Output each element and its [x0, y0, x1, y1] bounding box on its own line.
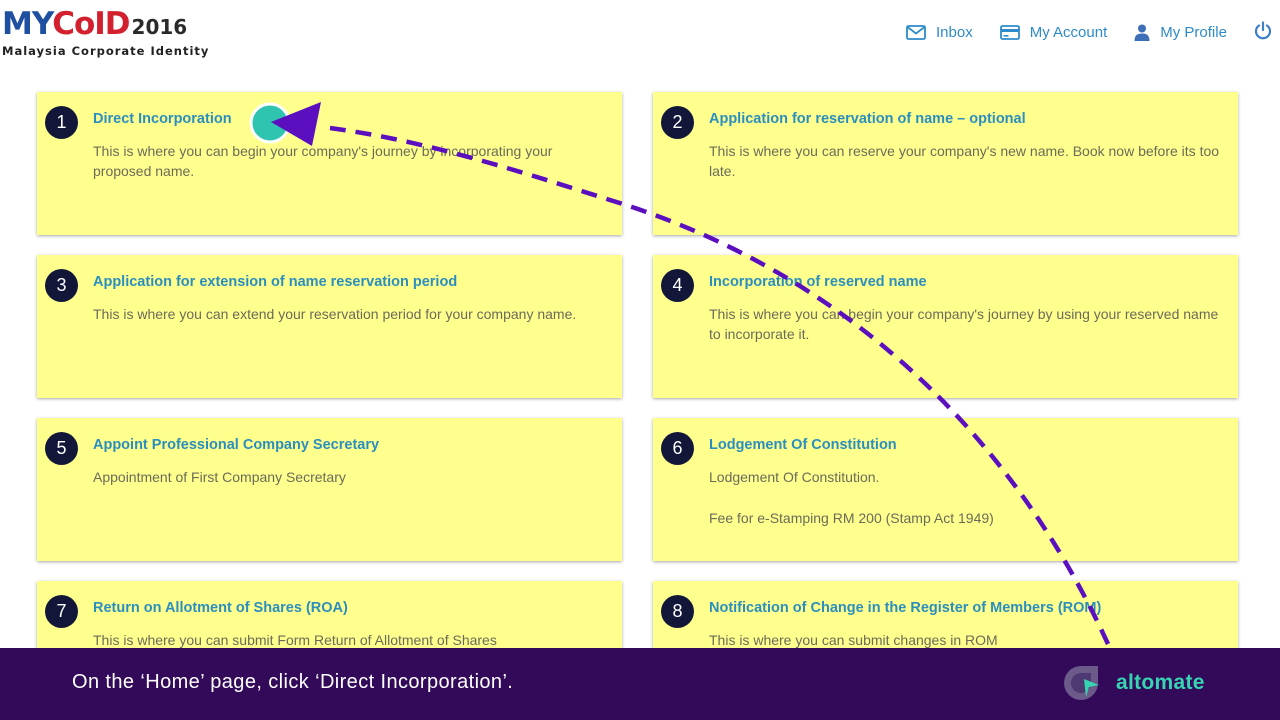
step-number-badge: 1: [45, 106, 78, 139]
step-number-badge: 5: [45, 432, 78, 465]
card-title[interactable]: Return on Allotment of Shares (ROA): [93, 600, 348, 616]
logo-wordmark: MYCoID 2016: [2, 6, 188, 42]
nav-my-profile[interactable]: My Profile: [1134, 24, 1227, 41]
nav-my-account-label: My Account: [1029, 23, 1108, 41]
card-description: This is where you can begin your company…: [93, 143, 553, 179]
card-incorporation-reserved-name[interactable]: 4 Incorporation of reserved name This is…: [653, 255, 1238, 398]
header: MYCoID 2016 Malaysia Corporate Identity I…: [0, 0, 1280, 70]
card-direct-incorporation[interactable]: 1 Direct Incorporation This is where you…: [37, 92, 622, 235]
step-number-badge: 4: [661, 269, 694, 302]
step-number-badge: 8: [661, 595, 694, 628]
power-icon: [1254, 21, 1272, 40]
instruction-banner: On the ‘Home’ page, click ‘Direct Incorp…: [0, 648, 1280, 720]
card-title[interactable]: Lodgement Of Constitution: [709, 437, 897, 453]
card-extension-reservation[interactable]: 3 Application for extension of name rese…: [37, 255, 622, 398]
card-description: Lodgement Of Constitution.: [709, 469, 880, 485]
mycoid-logo[interactable]: MYCoID 2016 Malaysia Corporate Identity: [2, 8, 209, 58]
nav-my-account[interactable]: My Account: [999, 23, 1108, 41]
card-title[interactable]: Application for extension of name reserv…: [93, 274, 457, 290]
altomate-logo-icon: [1064, 666, 1099, 700]
step-number-badge: 2: [661, 106, 694, 139]
logout-button[interactable]: [1254, 21, 1272, 45]
card-description: This is where you can extend your reserv…: [93, 306, 577, 322]
card-description: This is where you can submit Form Return…: [93, 632, 497, 648]
card-title[interactable]: Notification of Change in the Register o…: [709, 600, 1101, 616]
credit-card-icon: [999, 24, 1020, 40]
card-lodgement-constitution[interactable]: 6 Lodgement Of Constitution Lodgement Of…: [653, 418, 1238, 561]
altomate-brand: altomate: [1062, 665, 1205, 701]
card-description: This is where you can begin your company…: [709, 306, 1219, 342]
card-description: Appointment of First Company Secretary: [93, 469, 346, 485]
nav-my-profile-label: My Profile: [1160, 23, 1227, 41]
envelope-icon: [906, 24, 926, 40]
card-appoint-secretary[interactable]: 5 Appoint Professional Company Secretary…: [37, 418, 622, 561]
user-icon: [1134, 24, 1150, 41]
step-number-badge: 6: [661, 432, 694, 465]
step-number-badge: 3: [45, 269, 78, 302]
card-name-reservation[interactable]: 2 Application for reservation of name – …: [653, 92, 1238, 235]
brand-name: altomate: [1116, 671, 1205, 694]
card-description: This is where you can submit changes in …: [709, 632, 998, 648]
card-title[interactable]: Direct Incorporation: [93, 111, 232, 127]
instruction-text: On the ‘Home’ page, click ‘Direct Incorp…: [72, 671, 514, 693]
top-navigation: Inbox My Account My Profile: [906, 20, 1254, 44]
card-title[interactable]: Incorporation of reserved name: [709, 274, 927, 290]
card-fee-note: Fee for e-Stamping RM 200 (Stamp Act 194…: [709, 510, 994, 526]
logo-subtitle: Malaysia Corporate Identity: [2, 44, 210, 58]
step-number-badge: 7: [45, 595, 78, 628]
card-title[interactable]: Application for reservation of name – op…: [709, 111, 1026, 127]
card-title[interactable]: Appoint Professional Company Secretary: [93, 437, 379, 453]
nav-inbox-label: Inbox: [936, 23, 973, 41]
nav-inbox[interactable]: Inbox: [906, 24, 973, 41]
card-description: This is where you can reserve your compa…: [709, 143, 1220, 179]
